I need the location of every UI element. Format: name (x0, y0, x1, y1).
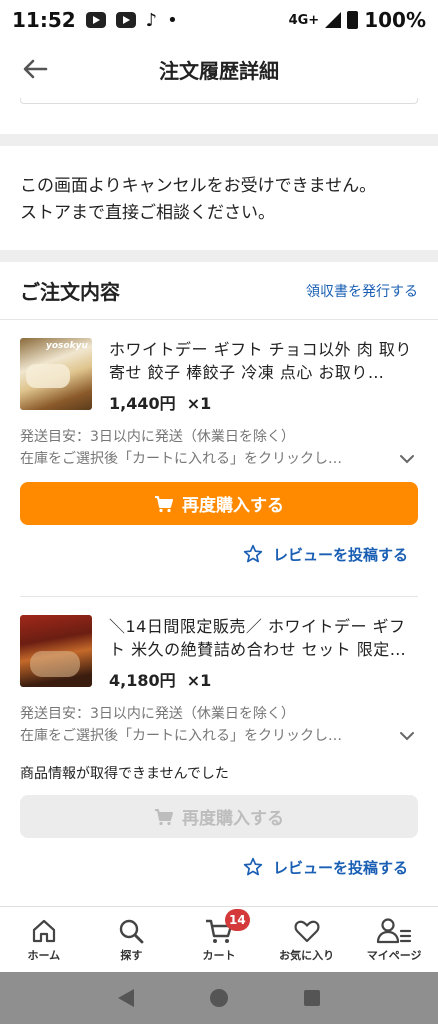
previous-card-bottom (0, 98, 438, 134)
cart-icon (155, 808, 173, 825)
write-review-label: レビューを投稿する (272, 545, 408, 564)
chevron-down-icon (400, 732, 414, 741)
product-image-logo: yosokyu (46, 341, 88, 351)
battery-icon (347, 11, 359, 29)
write-review-label: レビューを投稿する (272, 858, 408, 877)
price-value: 1,440円 (109, 394, 176, 413)
product-info-error: 商品情報が取得できませんでした (20, 766, 229, 782)
rebuy-button-label: 再度購入する (182, 809, 284, 829)
order-section-title: ご注文内容 (20, 280, 120, 304)
back-button[interactable] (18, 54, 52, 84)
nav-cart-label: カート (202, 948, 236, 962)
status-bar: 11:52 ♪ • 4G+ 100% (0, 0, 438, 40)
status-time: 11:52 (12, 8, 76, 32)
user-icon (377, 917, 412, 943)
rebuy-button-label: 再度購入する (182, 496, 284, 516)
section-divider (0, 250, 438, 262)
youtube-icon (85, 12, 106, 28)
ship-note: 在庫をご選択後「カートに入れる」をクリックし… (20, 728, 342, 744)
network-type: 4G+ (288, 12, 320, 28)
system-recents-icon[interactable] (304, 990, 320, 1006)
product-price: 1,440円 ×1 (109, 390, 418, 414)
quantity-value: ×1 (186, 394, 212, 413)
order-detail-content[interactable]: この画面よりキャンセルをお受けできません。 ストアまで直接ご相談ください。 ご注… (0, 98, 438, 906)
home-icon (32, 919, 55, 942)
system-home-icon[interactable] (210, 989, 228, 1007)
heart-icon (294, 920, 320, 942)
bottom-nav: ホーム 探す 14 カート お気に入り マイページ (0, 906, 438, 972)
order-item: yosokyu ホワイトデー ギフト チョコ以外 肉 取り寄せ 餃子 棒餃子 冷… (0, 320, 438, 597)
product-name[interactable]: ＼14日間限定販売／ ホワイトデー ギフト 米久の絶賛詰め合わせ セット 限定… (109, 615, 418, 661)
issue-receipt-link[interactable]: 領収書を発行する (306, 281, 418, 301)
item-divider (20, 583, 418, 597)
system-nav-bar (0, 972, 438, 1024)
shipping-info: 発送目安：3日以内に発送（休業日を除く） 在庫をご選択後「カートに入れる」をクリ… (20, 703, 418, 747)
cart-count-badge: 14 (224, 909, 250, 931)
ship-estimate: 発送目安：3日以内に発送（休業日を除く） (20, 706, 295, 722)
tiktok-icon: ♪ (145, 9, 158, 31)
shipping-info: 発送目安：3日以内に発送（休業日を除く） 在庫をご選択後「カートに入れる」をクリ… (20, 426, 418, 470)
rebuy-button-disabled: 再度購入する (20, 795, 418, 838)
battery-percent: 100% (364, 8, 426, 32)
star-outline-icon (243, 544, 263, 563)
order-section-header: ご注文内容 領収書を発行する (0, 262, 438, 320)
product-image[interactable] (20, 615, 92, 687)
nav-cart[interactable]: 14 カート (175, 907, 263, 972)
cancel-notice: この画面よりキャンセルをお受けできません。 ストアまで直接ご相談ください。 (0, 146, 438, 250)
section-divider (0, 134, 438, 146)
cart-icon (155, 495, 173, 512)
notification-dot-icon: • (167, 9, 178, 31)
order-item: ＼14日間限定販売／ ホワイトデー ギフト 米久の絶賛詰め合わせ セット 限定…… (0, 597, 438, 896)
expand-shipping-button[interactable] (396, 448, 418, 470)
cancel-notice-line1: この画面よりキャンセルをお受けできません。 (20, 176, 377, 196)
page-title: 注文履歴詳細 (159, 58, 279, 83)
nav-home[interactable]: ホーム (0, 907, 88, 972)
app-header: 注文履歴詳細 (0, 40, 438, 98)
nav-mypage-label: マイページ (366, 948, 422, 962)
cancel-notice-line2: ストアまで直接ご相談ください。 (20, 203, 275, 223)
expand-shipping-button[interactable] (396, 725, 418, 747)
nav-search[interactable]: 探す (88, 907, 176, 972)
write-review-link[interactable]: レビューを投稿する (20, 838, 418, 896)
product-image[interactable]: yosokyu (20, 338, 92, 410)
price-value: 4,180円 (109, 671, 176, 690)
system-back-icon[interactable] (118, 989, 134, 1007)
nav-favorites-label: お気に入り (279, 948, 335, 962)
ship-note: 在庫をご選択後「カートに入れる」をクリックし… (20, 451, 342, 467)
signal-icon (325, 12, 342, 28)
nav-favorites[interactable]: お気に入り (263, 907, 351, 972)
product-name[interactable]: ホワイトデー ギフト チョコ以外 肉 取り寄せ 餃子 棒餃子 冷凍 点心 お取り… (109, 338, 418, 384)
write-review-link[interactable]: レビューを投稿する (20, 525, 418, 583)
nav-search-label: 探す (120, 948, 143, 962)
nav-mypage[interactable]: マイページ (350, 907, 438, 972)
star-outline-icon (243, 857, 263, 876)
chevron-down-icon (400, 455, 414, 464)
back-arrow-icon (23, 59, 48, 79)
youtube-icon (115, 12, 136, 28)
ship-estimate: 発送目安：3日以内に発送（休業日を除く） (20, 429, 295, 445)
product-price: 4,180円 ×1 (109, 667, 418, 691)
search-icon (120, 919, 144, 943)
rebuy-button[interactable]: 再度購入する (20, 482, 418, 525)
quantity-value: ×1 (186, 671, 212, 690)
nav-home-label: ホーム (27, 948, 61, 962)
